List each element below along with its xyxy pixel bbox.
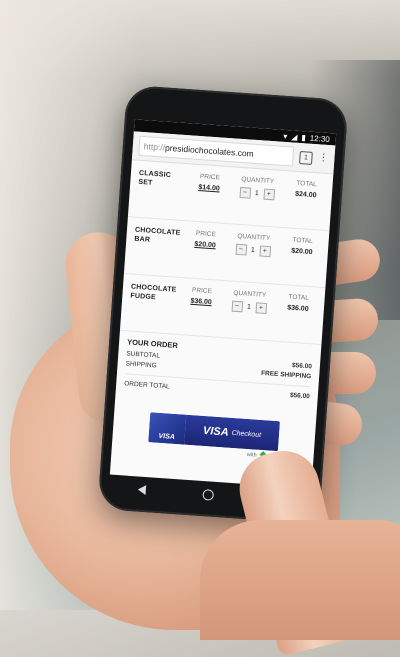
tab-switcher-button[interactable]: 1	[299, 150, 313, 165]
total-label: TOTAL	[296, 179, 317, 189]
quantity-stepper: − 1 +	[238, 186, 275, 201]
price-value: $14.00	[198, 184, 220, 193]
home-icon[interactable]	[202, 488, 215, 501]
price-value: $36.00	[190, 297, 213, 307]
quantity-value[interactable]: 1	[245, 304, 252, 311]
status-time: 12:30	[309, 133, 331, 144]
product-name: CHOCOLATE FUDGE	[130, 283, 183, 305]
total-col: TOTAL $24.00	[286, 179, 327, 200]
shipping-value: FREE SHIPPING	[260, 369, 312, 381]
total-col: TOTAL $36.00	[278, 293, 319, 314]
quantity-col: QUANTITY − 1 +	[228, 175, 287, 201]
order-total-label: ORDER TOTAL	[123, 380, 170, 391]
checkout-text: Checkout	[231, 429, 262, 439]
product-name-line1: CLASSIC	[138, 169, 172, 180]
quantity-stepper: − 1 +	[231, 300, 267, 315]
price-label: PRICE	[195, 229, 217, 239]
total-value: $24.00	[294, 190, 317, 200]
price-col: PRICE $20.00	[186, 229, 225, 250]
quantity-label: QUANTITY	[241, 175, 275, 186]
visa-brand: VISA	[202, 424, 230, 439]
increment-button[interactable]: +	[258, 245, 271, 258]
price-col: PRICE $14.00	[190, 172, 229, 193]
quantity-stepper: − 1 +	[235, 243, 271, 258]
phone-screen: ▾ ◢ ▮ 12:30 http:// presidiochocolates.c…	[109, 119, 337, 489]
total-col: TOTAL $20.00	[282, 236, 323, 257]
signal-icon: ◢	[290, 131, 298, 142]
quantity-col: QUANTITY − 1 +	[220, 289, 279, 315]
quantity-col: QUANTITY − 1 +	[224, 232, 283, 258]
total-value: $20.00	[290, 247, 313, 257]
visa-checkout-label: VISA Checkout	[184, 414, 280, 452]
menu-kebab-icon[interactable]: ⋮	[318, 152, 329, 164]
price-col: PRICE $36.00	[182, 286, 221, 307]
product-name: CLASSIC SET	[138, 169, 191, 191]
price-label: PRICE	[199, 173, 221, 182]
quantity-value[interactable]: 1	[249, 247, 256, 254]
quantity-value[interactable]: 1	[253, 190, 260, 197]
quantity-label: QUANTITY	[233, 289, 267, 299]
order-total-value: $56.00	[289, 391, 311, 401]
price-label: PRICE	[191, 286, 213, 296]
visa-card-icon: VISA	[148, 412, 187, 445]
wifi-icon: ▾	[282, 131, 288, 141]
product-name: CHOCOLATE BAR	[134, 226, 187, 248]
decrement-button[interactable]: −	[235, 243, 247, 256]
product-name-line2: BAR	[134, 235, 151, 244]
total-label: TOTAL	[288, 293, 310, 302]
subtotal-label: SUBTOTAL	[126, 350, 161, 360]
smartphone: ▾ ◢ ▮ 12:30 http:// presidiochocolates.c…	[97, 84, 349, 525]
product-name-line2: FUDGE	[130, 292, 157, 302]
product-name-line2: SET	[138, 178, 153, 187]
quantity-label: QUANTITY	[237, 232, 271, 243]
decrement-button[interactable]: −	[231, 300, 243, 313]
increment-button[interactable]: +	[254, 302, 267, 315]
total-value: $36.00	[286, 304, 309, 313]
battery-icon: ▮	[301, 132, 307, 142]
subtotal-value: $56.00	[291, 361, 313, 371]
shipping-label: SHIPPING	[125, 360, 157, 370]
total-label: TOTAL	[292, 236, 314, 246]
price-value: $20.00	[194, 240, 217, 250]
cart-items: CLASSIC SET PRICE $14.00 QUANTITY − 1 + …	[119, 160, 334, 345]
decrement-button[interactable]: −	[238, 186, 251, 199]
url-protocol: http://	[143, 141, 166, 153]
order-summary: YOUR ORDER SUBTOTAL $56.00 SHIPPING FREE…	[115, 331, 321, 410]
increment-button[interactable]: +	[262, 188, 275, 201]
url-host: presidiochocolates.com	[164, 142, 255, 159]
right-hand	[200, 520, 400, 640]
back-icon[interactable]	[137, 484, 147, 496]
